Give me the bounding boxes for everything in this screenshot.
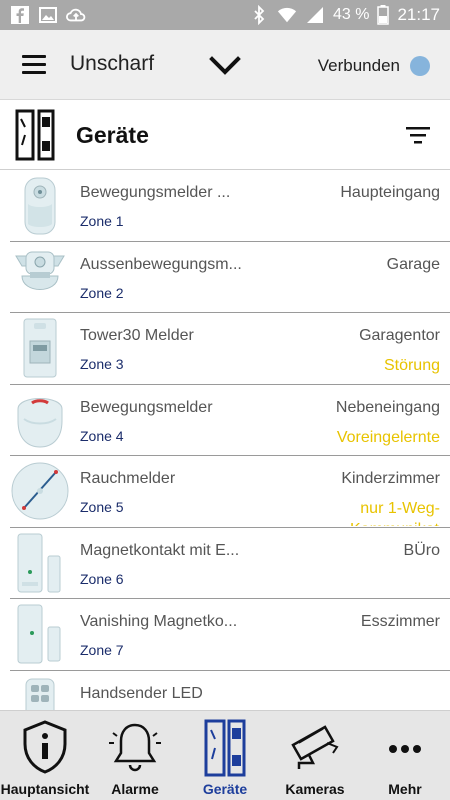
connection-indicator — [410, 56, 430, 76]
signal-icon — [306, 7, 323, 23]
bottom-navigation: Hauptansicht Alarme Geräte Kameras Mehr — [0, 710, 450, 800]
device-zone: Zone 7 — [80, 642, 124, 658]
device-location: Nebeneingang — [335, 398, 440, 416]
device-name: Rauchmelder — [80, 470, 176, 487]
device-zone: Zone 1 — [80, 213, 124, 229]
nav-geraete[interactable]: Geräte — [180, 711, 270, 800]
device-zone: Zone 5 — [80, 499, 124, 515]
device-name: Vanishing Magnetko... — [80, 613, 238, 630]
device-name: Bewegungsmelder ... — [80, 184, 231, 201]
battery-percent: 43 % — [332, 6, 370, 23]
app-bar: Unscharf Verbunden — [0, 30, 450, 100]
nav-label: Alarme — [111, 781, 159, 797]
nav-hauptansicht[interactable]: Hauptansicht — [0, 711, 90, 800]
list-item[interactable]: Bewegungsmelder ... Zone 1 Haupteingang — [0, 170, 450, 242]
cloud-upload-icon — [66, 8, 86, 22]
device-status: Voreingelernte — [336, 428, 440, 446]
vanishing-contact-icon — [17, 604, 61, 664]
clock: 21:17 — [397, 5, 440, 24]
nav-label: Geräte — [202, 781, 248, 797]
list-item[interactable]: Bewegungsmelder Zone 4 Nebeneingang Vore… — [0, 385, 450, 457]
list-item[interactable]: Tower30 Melder Zone 3 Garagentor Störung — [0, 313, 450, 385]
outdoor-motion-detector-icon — [15, 251, 65, 290]
magnet-contact-icon — [17, 533, 61, 592]
status-bar: 43 % 21:17 — [0, 0, 450, 30]
device-name: Aussenbewegungsm... — [80, 255, 242, 273]
list-item[interactable]: Rauchmelder Zone 5 Kinderzimmer nur 1-We… — [0, 456, 450, 528]
list-item[interactable]: Vanishing Magnetko... Zone 7 Esszimmer — [0, 599, 450, 671]
device-location: Haupteingang — [340, 184, 440, 201]
device-zone: Zone 2 — [80, 284, 124, 301]
remote-control-icon — [25, 678, 55, 710]
more-icon — [389, 745, 421, 753]
arming-state-title[interactable]: Unscharf — [70, 52, 154, 76]
device-zone: Zone 6 — [80, 570, 124, 587]
image-icon — [39, 7, 57, 23]
device-location: Kinderzimmer — [341, 470, 440, 487]
nav-alarme[interactable]: Alarme — [90, 711, 180, 800]
facebook-icon — [11, 6, 29, 24]
pir-detector-icon — [17, 397, 63, 448]
door-sensor-icon — [204, 719, 246, 777]
page-title: Geräte — [76, 122, 149, 148]
device-status: Störung — [383, 357, 440, 374]
nav-label: Mehr — [388, 781, 422, 797]
bluetooth-icon — [254, 5, 265, 25]
nav-mehr[interactable]: Mehr — [360, 711, 450, 800]
list-item[interactable]: Aussenbewegungsm... Zone 2 Garage — [0, 242, 450, 314]
device-location: BÜro — [403, 541, 440, 559]
filter-icon[interactable] — [406, 125, 430, 145]
device-name: Bewegungsmelder — [80, 398, 213, 416]
section-header: Geräte — [0, 100, 450, 170]
chevron-down-icon[interactable] — [208, 53, 242, 77]
device-status: nur 1-Weg-Kommunikation — [350, 500, 440, 526]
device-list: Bewegungsmelder ... Zone 1 Haupteingang … — [0, 170, 450, 710]
device-name: Tower30 Melder — [80, 327, 194, 344]
door-sensor-icon — [15, 109, 55, 161]
camera-icon — [291, 725, 339, 769]
wifi-icon — [277, 7, 297, 23]
device-zone: Zone 3 — [80, 356, 124, 372]
shield-info-icon — [23, 720, 67, 774]
device-location: Esszimmer — [360, 613, 440, 630]
connection-status: Verbunden — [317, 56, 400, 75]
nav-label: Kameras — [285, 781, 345, 797]
device-location: Garage — [386, 255, 440, 273]
hamburger-icon[interactable] — [22, 55, 48, 75]
motion-detector-icon — [24, 177, 56, 235]
nav-label: Hauptansicht — [0, 781, 90, 797]
device-name: Magnetkontakt mit E... — [80, 541, 240, 559]
list-item[interactable]: Magnetkontakt mit E... Zone 6 BÜro — [0, 528, 450, 600]
device-name: Handsender LED — [80, 684, 203, 702]
smoke-detector-icon — [11, 462, 69, 520]
tower-detector-icon — [23, 318, 57, 378]
list-item[interactable]: Handsender LED — [0, 671, 450, 710]
bell-icon — [109, 723, 161, 772]
device-location: Garagentor — [359, 327, 440, 344]
device-zone: Zone 4 — [80, 427, 124, 444]
battery-icon — [377, 5, 390, 25]
nav-kameras[interactable]: Kameras — [270, 711, 360, 800]
